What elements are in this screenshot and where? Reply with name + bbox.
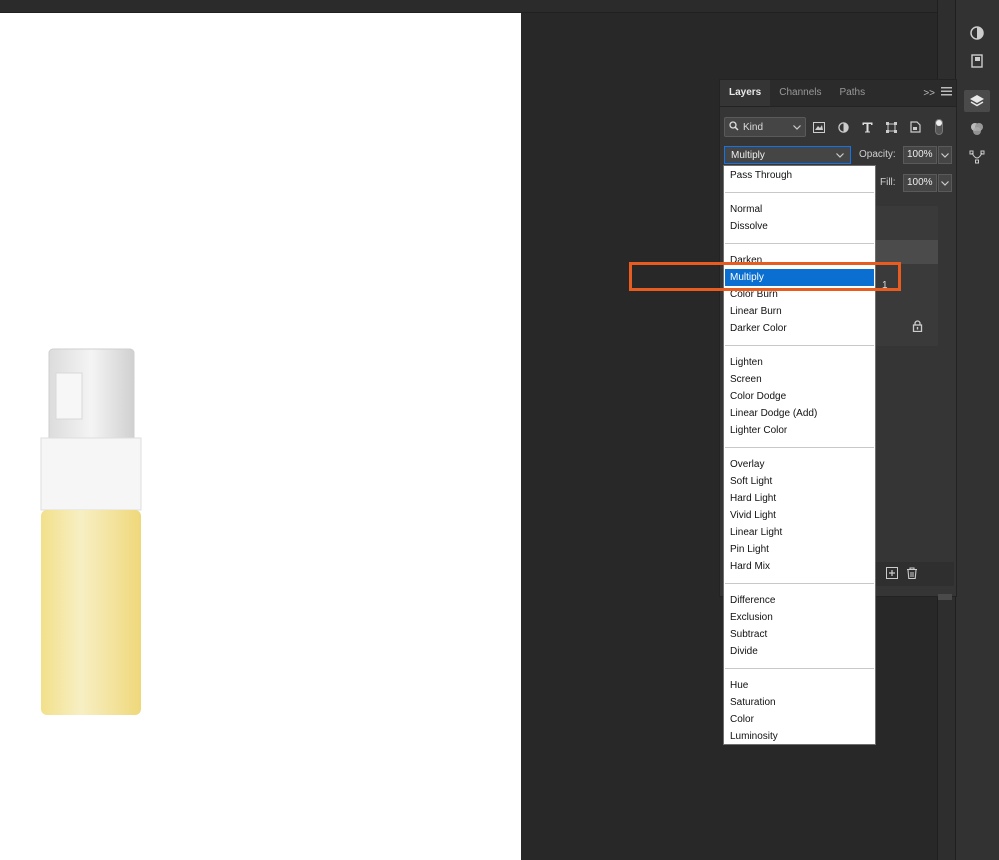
layer-filter-row: Kind xyxy=(724,116,952,138)
panel-tab-bar: Layers Channels Paths >> xyxy=(720,80,956,107)
blend-option-subtract[interactable]: Subtract xyxy=(725,626,874,643)
properties-icon[interactable] xyxy=(964,50,990,72)
menu-separator xyxy=(725,668,874,669)
blend-opacity-row: Multiply Opacity: 100% xyxy=(724,146,952,166)
channels-icon[interactable] xyxy=(964,118,990,140)
blend-option-hard-mix[interactable]: Hard Mix xyxy=(725,558,874,575)
blend-option-dissolve[interactable]: Dissolve xyxy=(725,218,874,235)
blend-option-linear-dodge-add[interactable]: Linear Dodge (Add) xyxy=(725,405,874,422)
right-icon-dock xyxy=(955,0,999,860)
tab-channels[interactable]: Channels xyxy=(770,80,830,106)
panel-footer xyxy=(876,562,954,586)
blend-mode-select[interactable]: Multiply xyxy=(724,146,851,164)
blend-option-exclusion[interactable]: Exclusion xyxy=(725,609,874,626)
blend-option-darker-color[interactable]: Darker Color xyxy=(725,320,874,337)
highlight-annotation xyxy=(629,262,901,291)
blend-option-luminosity[interactable]: Luminosity xyxy=(725,728,874,745)
blend-option-divide[interactable]: Divide xyxy=(725,643,874,660)
blend-option-vivid-light[interactable]: Vivid Light xyxy=(725,507,874,524)
trash-icon[interactable] xyxy=(906,566,918,582)
fill-label: Fill: xyxy=(880,177,896,188)
paths-icon[interactable] xyxy=(964,146,990,168)
blend-option-soft-light[interactable]: Soft Light xyxy=(725,473,874,490)
filter-kind-select[interactable]: Kind xyxy=(724,117,806,137)
opacity-slider-toggle[interactable] xyxy=(938,146,952,164)
search-icon xyxy=(729,120,739,134)
filter-adjustment-icon[interactable] xyxy=(832,117,854,137)
tab-layers[interactable]: Layers xyxy=(720,80,771,106)
filter-pixel-icon[interactable] xyxy=(808,117,830,137)
new-layer-icon[interactable] xyxy=(886,566,898,582)
fill-slider-toggle[interactable] xyxy=(938,174,952,192)
blend-option-color-dodge[interactable]: Color Dodge xyxy=(725,388,874,405)
blend-option-lighten[interactable]: Lighten xyxy=(725,354,874,371)
blend-option-screen[interactable]: Screen xyxy=(725,371,874,388)
opacity-input[interactable]: 100% xyxy=(903,146,937,164)
options-bar-edge xyxy=(0,0,999,13)
blend-option-linear-burn[interactable]: Linear Burn xyxy=(725,303,874,320)
blend-option-lighter-color[interactable]: Lighter Color xyxy=(725,422,874,439)
blend-mode-value: Multiply xyxy=(731,149,765,161)
blend-option-pass-through[interactable]: Pass Through xyxy=(725,167,874,184)
fill-input[interactable]: 100% xyxy=(903,174,937,192)
blend-option-saturation[interactable]: Saturation xyxy=(725,694,874,711)
filter-shape-icon[interactable] xyxy=(880,117,902,137)
blend-option-linear-light[interactable]: Linear Light xyxy=(725,524,874,541)
menu-separator xyxy=(725,447,874,448)
blend-option-hue[interactable]: Hue xyxy=(725,677,874,694)
chevron-down-icon xyxy=(836,150,844,161)
layers-icon[interactable] xyxy=(964,90,990,112)
document-canvas[interactable] xyxy=(0,13,521,860)
blend-option-hard-light[interactable]: Hard Light xyxy=(725,490,874,507)
tab-paths[interactable]: Paths xyxy=(831,80,875,106)
menu-separator xyxy=(725,583,874,584)
filter-kind-label: Kind xyxy=(743,121,764,133)
expand-panels-icon[interactable]: >> xyxy=(923,88,935,99)
product-bottle-image xyxy=(40,348,142,715)
blend-option-color[interactable]: Color xyxy=(725,711,874,728)
chevron-down-icon xyxy=(793,122,801,133)
menu-separator xyxy=(725,243,874,244)
adjustments-icon[interactable] xyxy=(964,22,990,44)
menu-separator xyxy=(725,345,874,346)
filter-type-icon[interactable] xyxy=(856,117,878,137)
blend-mode-dropdown: Pass Through Normal Dissolve Darken Multiply… xyxy=(723,165,876,745)
filter-smart-object-icon[interactable] xyxy=(904,117,926,137)
lock-icon[interactable] xyxy=(912,320,923,335)
panel-menu-icon[interactable] xyxy=(941,87,952,99)
menu-separator xyxy=(725,192,874,193)
blend-option-overlay[interactable]: Overlay xyxy=(725,456,874,473)
blend-option-pin-light[interactable]: Pin Light xyxy=(725,541,874,558)
filter-toggle-icon[interactable] xyxy=(928,117,950,137)
opacity-label: Opacity: xyxy=(859,149,896,160)
blend-option-normal[interactable]: Normal xyxy=(725,201,874,218)
blend-option-difference[interactable]: Difference xyxy=(725,592,874,609)
layer-row-selected[interactable] xyxy=(876,240,938,264)
scrollbar[interactable] xyxy=(938,594,952,600)
